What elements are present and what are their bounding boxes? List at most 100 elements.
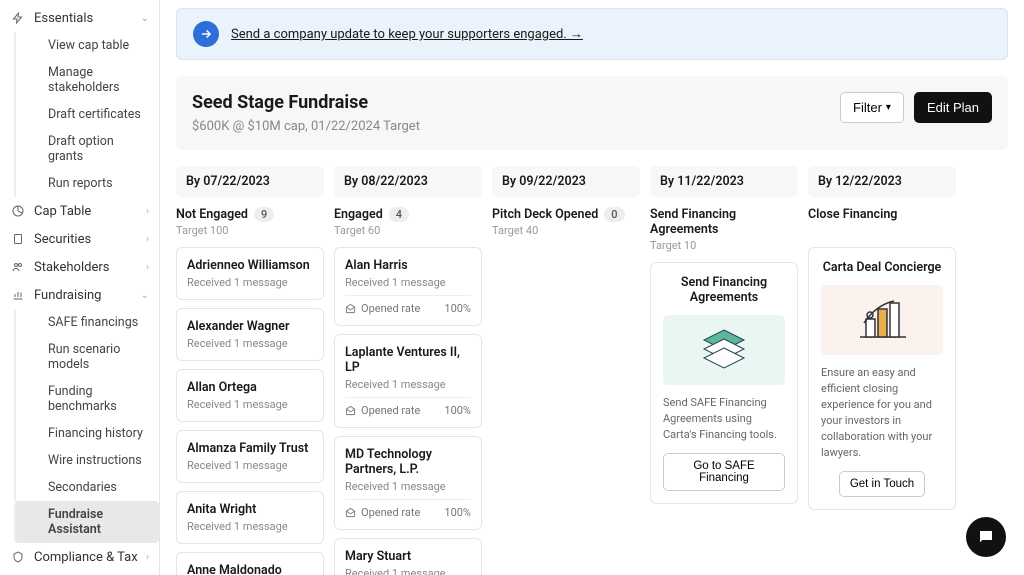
sidebar-sub-financing-history[interactable]: Financing history <box>14 420 159 447</box>
column-date: By 11/22/2023 <box>650 166 798 197</box>
opened-rate-row: Opened rate 100% <box>345 397 471 417</box>
investor-name: Adrienneo Williamson <box>187 258 313 273</box>
stage-label: Pitch Deck Opened <box>492 207 598 222</box>
lightning-icon <box>10 10 26 26</box>
sidebar-item-compliance-tax[interactable]: Compliance & Tax › <box>0 543 159 571</box>
envelope-open-icon <box>345 303 356 314</box>
stage-label: Not Engaged <box>176 207 248 222</box>
chevron-right-icon: › <box>146 262 149 273</box>
sidebar-sub-draft-option-grants[interactable]: Draft option grants <box>14 128 159 170</box>
chevron-down-icon: ⌄ <box>141 290 149 301</box>
document-icon <box>10 231 26 247</box>
chat-fab[interactable] <box>966 517 1006 557</box>
opened-rate-label: Opened rate <box>361 302 420 315</box>
stage-label: Engaged <box>334 207 383 222</box>
sidebar-item-essentials[interactable]: Essentials ⌄ <box>0 4 159 32</box>
chevron-down-icon: ▾ <box>886 102 891 113</box>
investor-card[interactable]: Alan Harris Received 1 message Opened rate… <box>334 247 482 326</box>
sidebar: Essentials ⌄ View cap table Manage stake… <box>0 0 160 575</box>
stage-count: 4 <box>389 207 409 222</box>
get-in-touch-button[interactable]: Get in Touch <box>839 471 925 497</box>
stage-target <box>808 224 956 237</box>
opened-rate-value: 100% <box>444 506 471 519</box>
edit-plan-button[interactable]: Edit Plan <box>914 92 992 123</box>
investor-card[interactable]: Mary StuartReceived 1 messageOpened rate… <box>334 538 482 575</box>
investor-meta: Received 1 message <box>187 337 313 350</box>
opened-rate-label: Opened rate <box>361 506 420 519</box>
envelope-open-icon <box>345 405 356 416</box>
investor-name: Alan Harris <box>345 258 471 273</box>
info-card-title: Send Financing Agreements <box>663 275 785 305</box>
opened-rate-row: Opened rate 100% <box>345 499 471 519</box>
stage-label: Send Financing Agreements <box>650 207 798 237</box>
opened-rate-value: 100% <box>444 302 471 315</box>
sidebar-sub-run-reports[interactable]: Run reports <box>14 170 159 197</box>
sidebar-sub-safe-financings[interactable]: SAFE financings <box>14 309 159 336</box>
investor-meta: Received 1 message <box>345 567 471 575</box>
investor-name: Mary Stuart <box>345 549 471 564</box>
investor-card[interactable]: Almanza Family TrustReceived 1 message <box>176 430 324 483</box>
opened-rate-row: Opened rate 100% <box>345 295 471 315</box>
concierge-illustration <box>821 285 943 355</box>
info-card-desc: Send SAFE Financing Agreements using Car… <box>663 395 785 443</box>
sidebar-item-securities[interactable]: Securities › <box>0 225 159 253</box>
investor-card[interactable]: MD Technology Partners, L.P. Received 1 m… <box>334 436 482 530</box>
investor-meta: Received 1 message <box>187 398 313 411</box>
chevron-right-icon: › <box>146 206 149 217</box>
sidebar-sub-manage-stakeholders[interactable]: Manage stakeholders <box>14 59 159 101</box>
investor-meta: Received 1 message <box>187 276 313 289</box>
pie-icon <box>10 203 26 219</box>
opened-rate-value: 100% <box>444 404 471 417</box>
arrow-right-circle-icon <box>193 21 219 47</box>
column-date: By 07/22/2023 <box>176 166 324 197</box>
investor-card[interactable]: Allan Ortega Received 1 message <box>176 369 324 422</box>
people-icon <box>10 259 26 275</box>
pipeline-column: By 08/22/2023 Engaged 4 Target 60 Alan H… <box>334 166 482 575</box>
opened-rate-label: Opened rate <box>361 404 420 417</box>
sidebar-sub-view-cap-table[interactable]: View cap table <box>14 32 159 59</box>
sidebar-item-documents[interactable]: Documents <box>0 571 159 575</box>
column-date: By 09/22/2023 <box>492 166 640 197</box>
stage-count: 0 <box>604 207 624 222</box>
column-date: By 08/22/2023 <box>334 166 482 197</box>
investor-card[interactable]: Anne MaldonadoReceived 1 message <box>176 552 324 575</box>
investor-name: Allan Ortega <box>187 380 313 395</box>
investor-card[interactable]: Adrienneo Williamson Received 1 message <box>176 247 324 300</box>
sidebar-sub-wire-instructions[interactable]: Wire instructions <box>14 447 159 474</box>
sidebar-item-cap-table[interactable]: Cap Table › <box>0 197 159 225</box>
investor-meta: Received 1 message <box>187 520 313 533</box>
info-card-concierge: Carta Deal Concierge Ensure an easy and … <box>808 247 956 510</box>
investor-card[interactable]: Laplante Ventures II, LPReceived 1 messa… <box>334 334 482 428</box>
envelope-open-icon <box>345 507 356 518</box>
shield-icon <box>10 549 26 565</box>
page-title: Seed Stage Fundraise <box>192 92 420 113</box>
sidebar-sub-draft-certificates[interactable]: Draft certificates <box>14 101 159 128</box>
investor-card[interactable]: Alexander Wagner Received 1 message <box>176 308 324 361</box>
sidebar-item-stakeholders[interactable]: Stakeholders › <box>0 253 159 281</box>
stage-target: Target 10 <box>650 239 798 252</box>
sidebar-item-fundraising[interactable]: Fundraising ⌄ <box>0 281 159 309</box>
filter-button[interactable]: Filter ▾ <box>840 92 904 123</box>
investor-card[interactable]: Anita WrightReceived 1 message <box>176 491 324 544</box>
investor-name: MD Technology Partners, L.P. <box>345 447 471 477</box>
sidebar-item-label: Essentials <box>34 11 141 26</box>
sidebar-sub-funding-benchmarks[interactable]: Funding benchmarks <box>14 378 159 420</box>
go-to-safe-financing-button[interactable]: Go to SAFE Financing <box>663 453 785 491</box>
investor-name: Alexander Wagner <box>187 319 313 334</box>
pipeline-column: By 12/22/2023 Close Financing Carta Deal… <box>808 166 956 510</box>
update-banner[interactable]: Send a company update to keep your suppo… <box>176 8 1008 60</box>
sidebar-sub-secondaries[interactable]: Secondaries <box>14 474 159 501</box>
column-date: By 12/22/2023 <box>808 166 956 197</box>
main-content: Send a company update to keep your suppo… <box>160 0 1024 575</box>
chat-icon <box>977 528 995 546</box>
sidebar-sub-fundraise-assistant[interactable]: Fundraise Assistant <box>14 501 159 543</box>
sidebar-sub-scenario-models[interactable]: Run scenario models <box>14 336 159 378</box>
banner-link[interactable]: Send a company update to keep your suppo… <box>231 26 583 42</box>
info-card-financing: Send Financing Agreements Send SAFE Fina… <box>650 262 798 504</box>
stage-target: Target 100 <box>176 224 324 237</box>
investor-meta: Received 1 message <box>345 276 471 289</box>
investor-meta: Received 1 message <box>187 459 313 472</box>
investor-meta: Received 1 message <box>345 480 471 493</box>
stage-count: 9 <box>254 207 274 222</box>
investor-meta: Received 1 message <box>345 378 471 391</box>
